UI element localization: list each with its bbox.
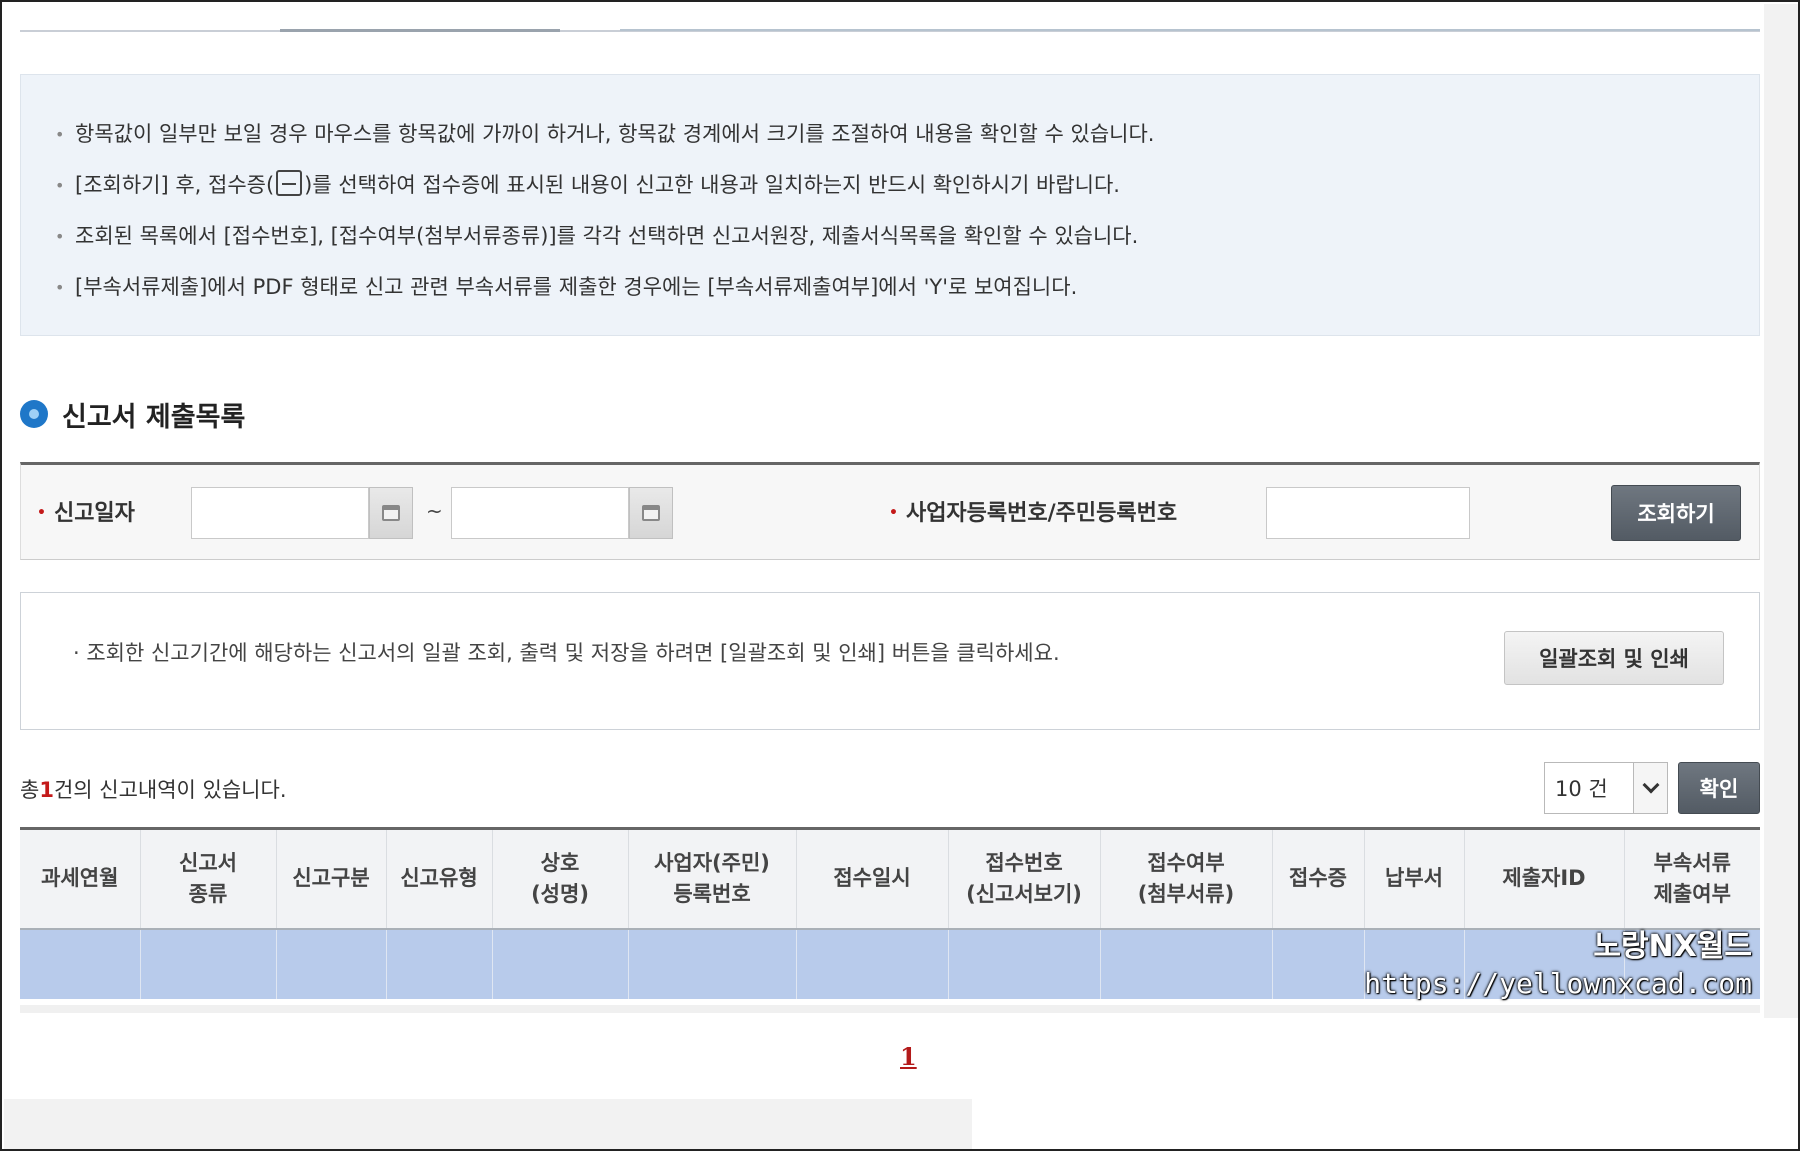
- bulk-print-box: · 조회한 신고기간에 해당하는 신고서의 일괄 조회, 출력 및 저장을 하려…: [20, 592, 1760, 730]
- notice-item: 조회된 목록에서 [접수번호], [접수여부(첨부서류종류)]를 각각 선택하면…: [55, 211, 1725, 262]
- table-cell: [1272, 928, 1365, 999]
- section-title: 신고서 제출목록: [62, 401, 246, 433]
- column-header: 접수증: [1272, 828, 1365, 930]
- column-header: 부속서류 제출여부: [1624, 828, 1760, 930]
- pagination-page-1[interactable]: 1: [900, 1042, 917, 1071]
- result-count-number: 1: [39, 778, 54, 802]
- page-size-select[interactable]: 10 건: [1544, 762, 1668, 814]
- calendar-icon: [642, 505, 660, 521]
- date-label: • 신고일자: [37, 501, 135, 526]
- table-cell: [276, 928, 387, 999]
- search-button[interactable]: 조회하기: [1611, 485, 1741, 541]
- notice-item: [부속서류제출]에서 PDF 형태로 신고 관련 부속서류를 제출한 경우에는 …: [55, 262, 1725, 313]
- date-to-calendar-button[interactable]: [629, 487, 673, 539]
- date-range-separator: ~: [426, 499, 443, 523]
- watermark-title: 노랑NX월드: [1593, 929, 1752, 964]
- page-size-value: 10 건: [1555, 777, 1608, 801]
- table-cell: [140, 928, 277, 999]
- required-mark: •: [37, 505, 46, 521]
- notice-item: [조회하기] 후, 접수증()를 선택하여 접수증에 표시된 내용이 신고한 내…: [55, 160, 1725, 211]
- right-scroll-area: [1764, 4, 1798, 1018]
- column-header: 사업자(주민) 등록번호: [628, 828, 797, 930]
- column-header: 납부서: [1364, 828, 1465, 930]
- column-header: 신고서 종류: [140, 828, 277, 930]
- receipt-icon: [276, 170, 303, 196]
- notice-item: 항목값이 일부만 보일 경우 마우스를 항목값에 가까이 하거나, 항목값 경계…: [55, 109, 1725, 160]
- table-cell: [1100, 928, 1273, 999]
- column-header: 제출자ID: [1464, 828, 1625, 930]
- column-header: 신고구분: [276, 828, 387, 930]
- table-footer-line: [20, 1005, 1760, 1013]
- page-frame: 항목값이 일부만 보일 경우 마우스를 항목값에 가까이 하거나, 항목값 경계…: [0, 0, 1800, 1151]
- column-header: 접수번호 (신고서보기): [948, 828, 1101, 930]
- section-bullet-icon: [20, 400, 48, 428]
- table-cell: [948, 928, 1101, 999]
- confirm-button[interactable]: 확인: [1678, 762, 1760, 814]
- column-header: 상호 (성명): [492, 828, 629, 930]
- date-to-input[interactable]: [451, 487, 629, 539]
- table-cell: [628, 928, 797, 999]
- bulk-print-text: · 조회한 신고기간에 해당하는 신고서의 일괄 조회, 출력 및 저장을 하려…: [73, 641, 1060, 665]
- required-mark: •: [889, 505, 898, 521]
- notice-list: 항목값이 일부만 보일 경우 마우스를 항목값에 가까이 하거나, 항목값 경계…: [55, 109, 1725, 313]
- table-cell: [20, 928, 141, 999]
- watermark-url: https://yellownxcad.com: [1364, 967, 1752, 1000]
- column-header: 접수여부 (첨부서류): [1100, 828, 1273, 930]
- column-header: 신고유형: [386, 828, 493, 930]
- result-count: 총1건의 신고내역이 있습니다.: [20, 778, 287, 802]
- watermark: 노랑NX월드 https://yellownxcad.com: [1364, 928, 1752, 1002]
- chevron-down-icon: [1642, 776, 1659, 794]
- section-header: 신고서 제출목록: [20, 394, 245, 434]
- date-from-input[interactable]: [191, 487, 369, 539]
- table-cell: [796, 928, 949, 999]
- column-header: 과세연월: [20, 828, 141, 930]
- date-from-calendar-button[interactable]: [369, 487, 413, 539]
- bottom-background: [4, 1099, 972, 1149]
- table-cell: [492, 928, 629, 999]
- calendar-icon: [382, 505, 400, 521]
- table-header-row: 과세연월 신고서 종류 신고구분 신고유형 상호 (성명) 사업자(주민) 등록…: [20, 828, 1760, 930]
- dropdown-arrow[interactable]: [1633, 763, 1667, 813]
- column-header: 접수일시: [796, 828, 949, 930]
- notice-box: 항목값이 일부만 보일 경우 마우스를 항목값에 가까이 하거나, 항목값 경계…: [20, 74, 1760, 336]
- table-cell: [386, 928, 493, 999]
- biz-number-label: • 사업자등록번호/주민등록번호: [889, 501, 1178, 526]
- bulk-print-button[interactable]: 일괄조회 및 인쇄: [1504, 631, 1724, 685]
- search-form: • 신고일자 ~ • 사업자등록번호/주민등록번호 조회하기: [20, 462, 1760, 560]
- top-divider: [20, 29, 1760, 32]
- biz-number-input[interactable]: [1266, 487, 1470, 539]
